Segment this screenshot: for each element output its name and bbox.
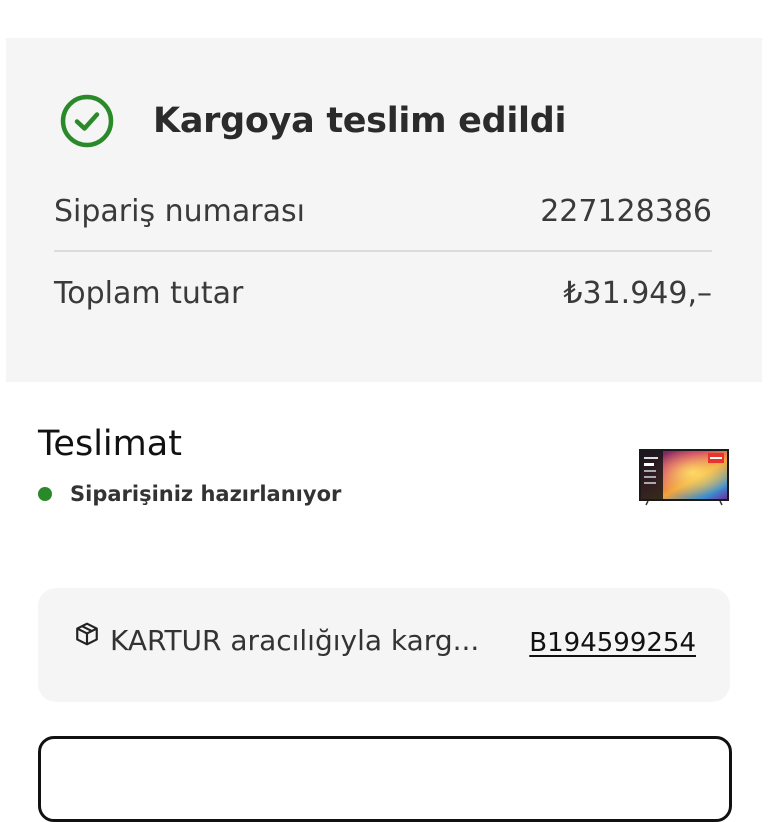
order-number-label: Sipariş numarası <box>54 193 305 229</box>
order-status-title: Kargoya teslim edildi <box>153 101 567 141</box>
order-status-row: Kargoya teslim edildi <box>60 94 567 148</box>
package-icon <box>76 622 98 645</box>
order-total-value: ₺31.949,– <box>563 275 712 311</box>
order-number-row: Sipariş numarası 227128386 <box>54 186 712 236</box>
product-thumbnail[interactable] <box>638 448 730 506</box>
status-dot-icon <box>38 487 52 501</box>
tracking-card: KARTUR aracılığıyla karg... B194599254 <box>38 588 730 702</box>
divider <box>54 250 712 252</box>
delivery-title: Teslimat <box>38 424 182 464</box>
delivery-status-text: Siparişiniz hazırlanıyor <box>70 482 342 506</box>
delivery-status: Siparişiniz hazırlanıyor <box>38 482 341 506</box>
carrier-info: KARTUR aracılığıyla karg... <box>74 622 480 657</box>
action-button[interactable] <box>38 736 732 822</box>
order-number-value: 227128386 <box>540 193 712 229</box>
tracking-number-link[interactable]: B194599254 <box>529 628 696 658</box>
order-summary-card: Kargoya teslim edildi Sipariş numarası 2… <box>6 38 762 382</box>
carrier-text: KARTUR aracılığıyla karg... <box>110 624 480 657</box>
order-total-label: Toplam tutar <box>54 275 244 311</box>
check-circle-icon <box>60 94 114 148</box>
order-total-row: Toplam tutar ₺31.949,– <box>54 268 712 318</box>
